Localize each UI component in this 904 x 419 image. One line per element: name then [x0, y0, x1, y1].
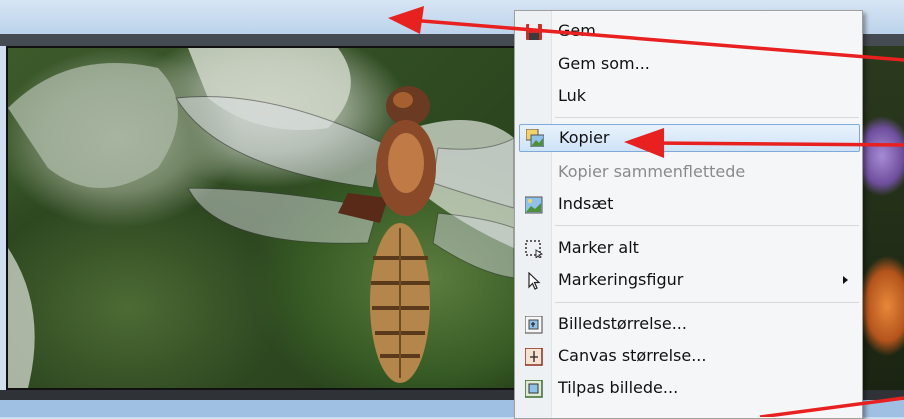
- annotation-arrow-kopier: [624, 128, 904, 158]
- annotation-arrow-bottom: [759, 396, 904, 417]
- annotation-arrow-top: [388, 6, 904, 62]
- annotation-overlay: [388, 6, 904, 417]
